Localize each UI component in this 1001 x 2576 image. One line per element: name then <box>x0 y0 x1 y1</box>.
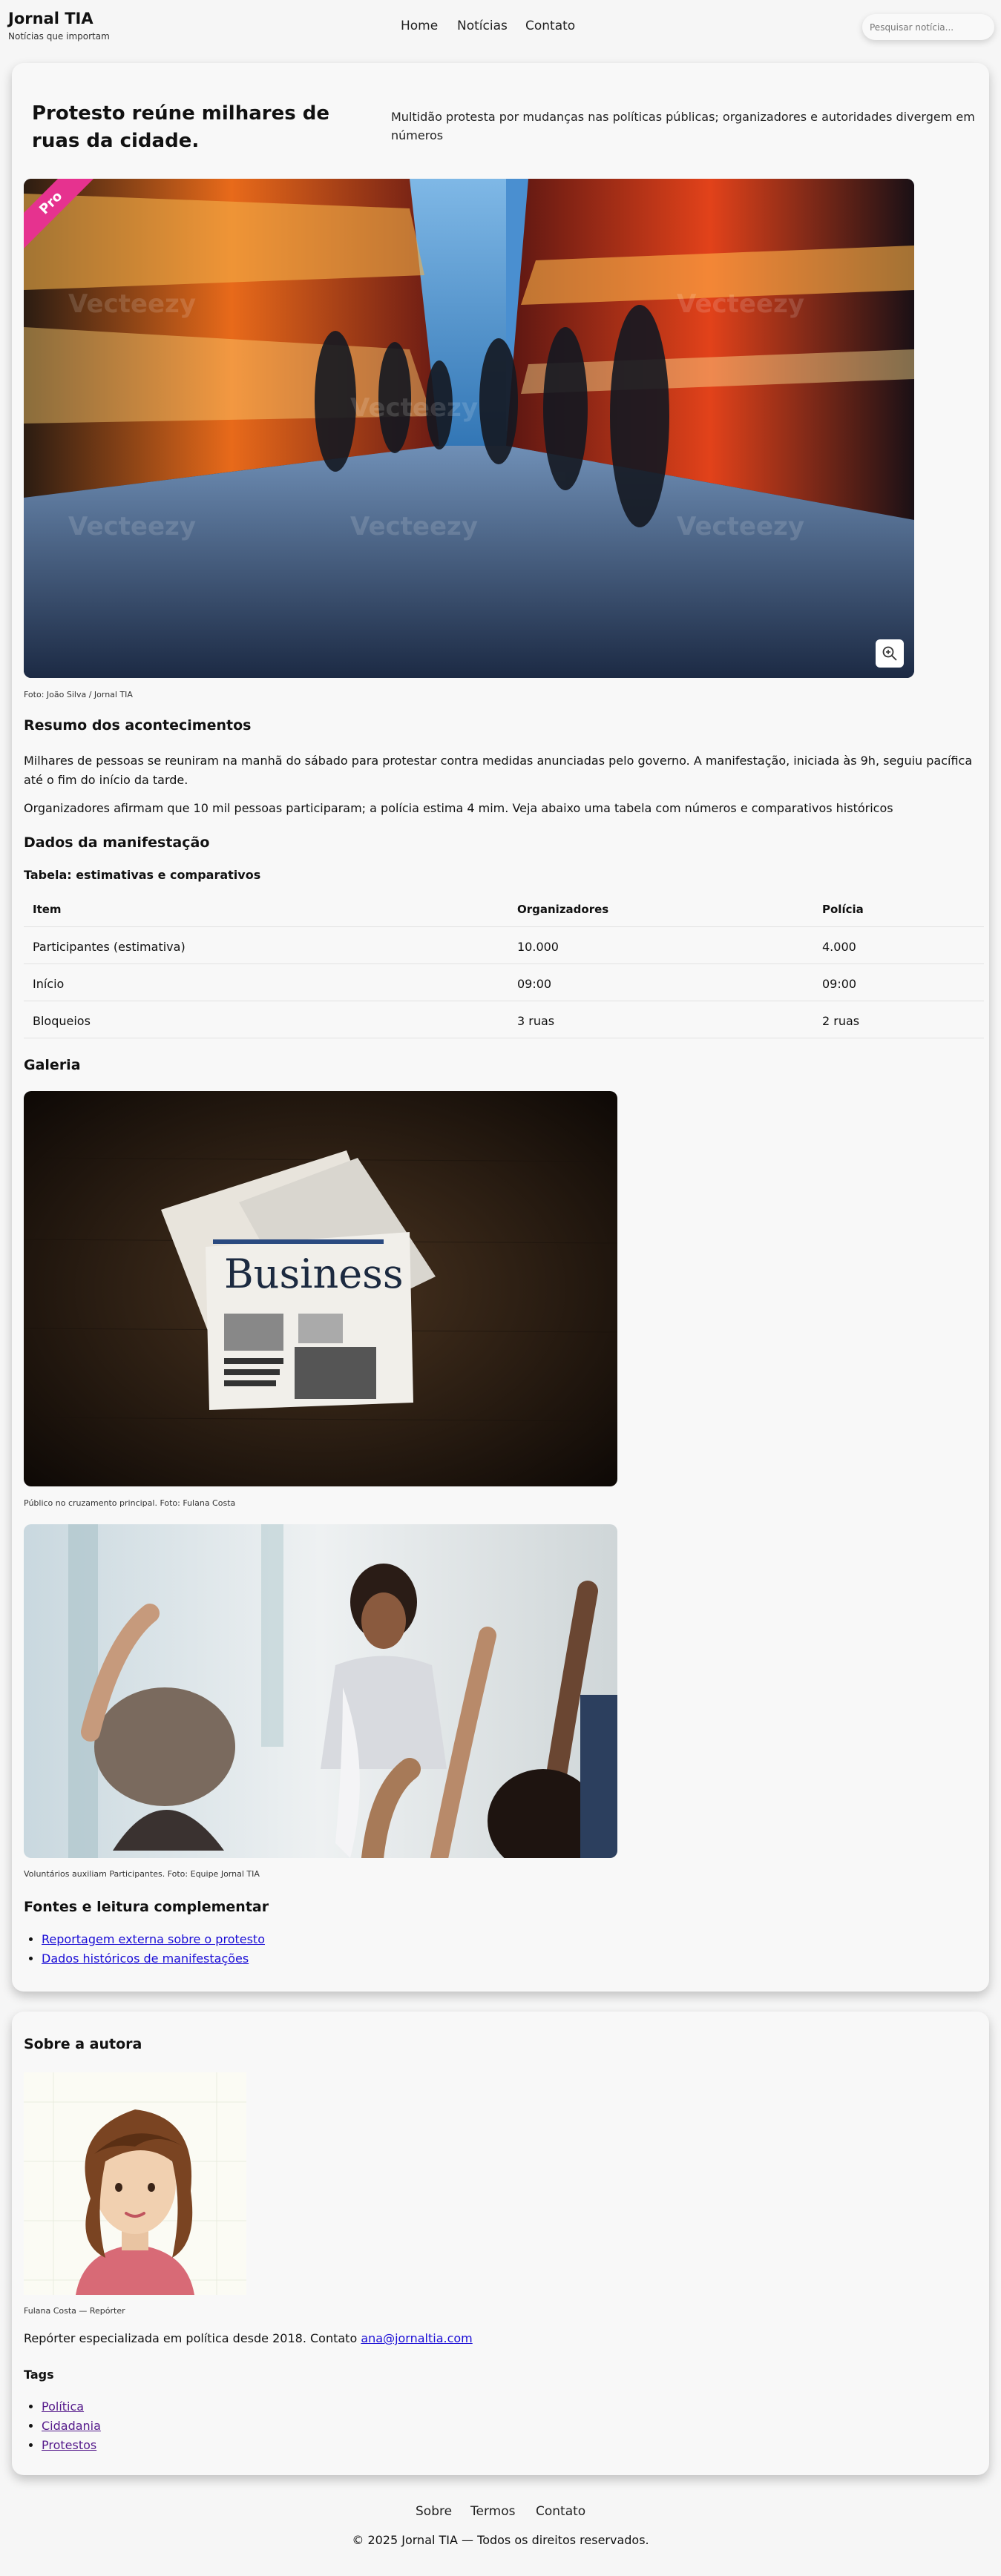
svg-text:Vecteezy: Vecteezy <box>677 289 804 319</box>
table-cell: Início <box>33 977 65 991</box>
article-card: Protesto reúne milhares de ruas da cidad… <box>12 63 989 1992</box>
list-item: Política <box>42 2397 101 2417</box>
table-cell: 10.000 <box>517 940 559 954</box>
table-header-organizadores: Organizadores <box>517 903 609 916</box>
source-link-2[interactable]: Dados históricos de manifestações <box>42 1951 249 1966</box>
summary-paragraph-2: Organizadores afirmam que 10 mil pessoas… <box>24 801 893 815</box>
svg-text:Vecteezy: Vecteezy <box>68 289 196 319</box>
hero-image[interactable]: Vecteezy Vecteezy Vecteezy Vecteezy Vectee… <box>24 179 914 678</box>
tags-heading: Tags <box>24 2368 54 2382</box>
author-heading: Sobre a autora <box>24 2036 142 2052</box>
table-cell: Participantes (estimativa) <box>33 940 186 954</box>
hero-photo-street: Vecteezy Vecteezy Vecteezy Vecteezy Vectee… <box>24 179 914 678</box>
tag-link-protestos[interactable]: Protestos <box>42 2438 96 2452</box>
zoom-in-icon[interactable] <box>876 639 904 668</box>
author-avatar <box>24 2072 246 2295</box>
table-cell: Bloqueios <box>33 1014 91 1028</box>
gallery-caption-1: Público no cruzamento principal. Foto: F… <box>24 1498 236 1508</box>
source-link-1[interactable]: Reportagem externa sobre o protesto <box>42 1932 265 1946</box>
list-item: Dados históricos de manifestações <box>42 1949 265 1969</box>
author-bio: Repórter especializada em política desde… <box>24 2329 974 2348</box>
table-header-policia: Polícia <box>822 903 864 916</box>
tag-link-cidadania[interactable]: Cidadania <box>42 2419 101 2433</box>
tag-link-politica[interactable]: Política <box>42 2399 84 2414</box>
table-row: Participantes (estimativa) 10.000 4.000 <box>24 927 984 964</box>
hero-caption: Foto: João Silva / Jornal TIA <box>24 690 133 699</box>
table-cell: 4.000 <box>822 940 856 954</box>
nav-home[interactable]: Home <box>401 19 438 33</box>
sources-list: Reportagem externa sobre o protesto Dado… <box>30 1930 265 1969</box>
table-header-item: Item <box>33 903 62 916</box>
footer-link-termos[interactable]: Termos <box>470 2504 515 2519</box>
list-item: Reportagem externa sobre o protesto <box>42 1930 265 1949</box>
article-headline: Protesto reúne milhares de ruas da cidad… <box>32 102 329 152</box>
author-card: Sobre a autora Fulana Costa — Repórter R… <box>12 2012 989 2475</box>
copyright: © 2025 Jornal TIA — Todos os direitos re… <box>352 2533 649 2547</box>
brand-subtitle: Notícias que importam <box>8 31 110 42</box>
summary-paragraph-1: Milhares de pessoas se reuniram na manhã… <box>24 754 973 787</box>
site-header: Jornal TIA Notícias que importam Home No… <box>0 0 1001 53</box>
table-caption: Tabela: estimativas e comparativos <box>24 868 261 882</box>
table-cell: 2 ruas <box>822 1014 860 1028</box>
author-bio-text: Repórter especializada em política desde… <box>24 2331 361 2345</box>
svg-text:Vecteezy: Vecteezy <box>350 393 478 423</box>
svg-text:Vecteezy: Vecteezy <box>350 512 478 541</box>
article-dek: Multidão protesta por mudanças nas polít… <box>391 110 975 142</box>
gallery-image-newspapers[interactable]: Business <box>24 1091 617 1486</box>
nav-noticias[interactable]: Notícias <box>457 19 508 33</box>
list-item: Cidadania <box>42 2417 101 2436</box>
table-cell: 09:00 <box>822 977 857 991</box>
table-row: Bloqueios 3 ruas 2 ruas <box>24 1001 984 1038</box>
gallery-heading: Galeria <box>24 1057 81 1073</box>
data-heading: Dados da manifestação <box>24 834 210 851</box>
sources-heading: Fontes e leitura complementar <box>24 1899 269 1915</box>
table-row: Início 09:00 09:00 <box>24 964 984 1001</box>
nav-contato[interactable]: Contato <box>525 19 575 33</box>
tags-list: Política Cidadania Protestos <box>30 2397 101 2455</box>
footer-link-sobre[interactable]: Sobre <box>416 2504 452 2519</box>
table-header-row: Item Organizadores Polícia <box>24 890 984 927</box>
list-item: Protestos <box>42 2436 101 2455</box>
newspaper-headline: Business <box>224 1251 404 1297</box>
svg-text:Vecteezy: Vecteezy <box>677 512 804 541</box>
summary-heading: Resumo dos acontecimentos <box>24 717 252 734</box>
gallery-image-volunteers[interactable] <box>24 1524 617 1858</box>
brand-title[interactable]: Jornal TIA <box>8 10 93 27</box>
search-input[interactable] <box>862 14 994 40</box>
author-email-link[interactable]: ana@jornaltia.com <box>361 2331 472 2345</box>
svg-text:Vecteezy: Vecteezy <box>68 512 196 541</box>
gallery-caption-2: Voluntários auxiliam Participantes. Foto… <box>24 1869 260 1879</box>
author-caption: Fulana Costa — Repórter <box>24 2306 125 2316</box>
footer-link-contato[interactable]: Contato <box>536 2504 585 2519</box>
table-cell: 3 ruas <box>517 1014 555 1028</box>
table-cell: 09:00 <box>517 977 552 991</box>
data-table: Item Organizadores Polícia Participantes… <box>24 890 984 1038</box>
